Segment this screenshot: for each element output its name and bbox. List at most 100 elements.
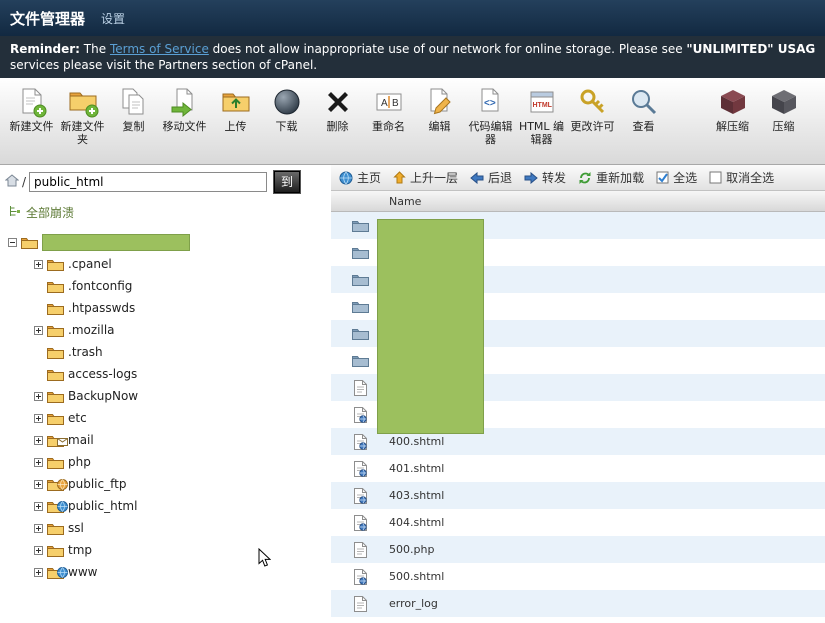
folder-icon: [47, 390, 64, 403]
path-input[interactable]: [29, 172, 268, 192]
tree-item-etc[interactable]: etc: [8, 407, 331, 429]
file-name: 401.shtml: [389, 462, 445, 475]
compress-button[interactable]: 压缩: [758, 84, 809, 133]
file-row[interactable]: error_log: [331, 590, 825, 617]
back-button[interactable]: 后退: [470, 169, 512, 186]
view-button[interactable]: 查看: [618, 84, 669, 133]
download-button[interactable]: 下载: [261, 84, 312, 133]
expand-icon[interactable]: [34, 457, 43, 467]
collapse-icon[interactable]: [8, 237, 17, 247]
collapse-tree-icon: [8, 205, 21, 221]
tree-item-label: .cpanel: [68, 257, 112, 271]
tree-item-tmp[interactable]: tmp: [8, 539, 331, 561]
toolbar: 新建文件 新建文件夹 复制 移动文件 上传 下载 删除 AB 重命名 编辑 <>…: [0, 78, 825, 165]
html-editor-button[interactable]: HTML HTML 编辑器: [516, 84, 567, 146]
key-icon: [567, 84, 618, 120]
tree-item-public-ftp[interactable]: public_ftp: [8, 473, 331, 495]
tree-item-htpasswds[interactable]: .htpasswds: [8, 297, 331, 319]
go-button[interactable]: 到: [273, 170, 302, 194]
expand-icon[interactable]: [34, 479, 43, 489]
toolbar-label: 更改许可: [570, 120, 615, 133]
file-row[interactable]: 404.shtml: [331, 509, 825, 536]
forward-button[interactable]: 转发: [524, 169, 566, 186]
code-editor-icon: <>: [465, 84, 516, 120]
file-row[interactable]: 500.shtml: [331, 563, 825, 590]
tree-item-mail[interactable]: mail: [8, 429, 331, 451]
compress-icon: [758, 84, 809, 120]
html-file-icon: [331, 487, 389, 504]
expand-icon[interactable]: [34, 567, 43, 577]
tree-item-php[interactable]: php: [8, 451, 331, 473]
tree-item-label: public_ftp: [68, 477, 127, 491]
tree-item-trash[interactable]: .trash: [8, 341, 331, 363]
change-permissions-button[interactable]: 更改许可: [567, 84, 618, 133]
list-nav-bar: 主页 上升一层 后退 转发 重新加载 全选 取消全选: [331, 165, 825, 191]
file-icon: [331, 541, 389, 558]
move-file-icon: [159, 84, 210, 120]
home-icon: [4, 174, 20, 190]
move-file-button[interactable]: 移动文件: [159, 84, 210, 133]
collapse-all-label: 全部崩溃: [26, 206, 75, 220]
settings-link[interactable]: 设置: [101, 10, 125, 27]
tree-item-backupnow[interactable]: BackupNow: [8, 385, 331, 407]
collapse-all-link[interactable]: 全部崩溃: [0, 196, 331, 227]
select-all-button[interactable]: 全选: [656, 169, 697, 186]
unselect-all-button[interactable]: 取消全选: [709, 169, 774, 186]
tree-item-cpanel[interactable]: .cpanel: [8, 253, 331, 275]
code-editor-button[interactable]: <> 代码编辑器: [465, 84, 516, 146]
new-file-button[interactable]: 新建文件: [6, 84, 57, 133]
expand-icon[interactable]: [34, 501, 43, 511]
folder-icon: [47, 566, 68, 579]
download-icon: [261, 84, 312, 120]
reminder-bold: Reminder:: [10, 42, 80, 56]
tree-item-www[interactable]: www: [8, 561, 331, 583]
extract-icon: [707, 84, 758, 120]
extract-button[interactable]: 解压缩: [707, 84, 758, 133]
sidebar: / 到 全部崩溃 .cpanel .fontconfig: [0, 165, 331, 623]
tree-item-label: BackupNow: [68, 389, 139, 403]
name-column-header[interactable]: Name: [331, 191, 825, 212]
up-one-level-button[interactable]: 上升一层: [393, 169, 458, 186]
toolbar-label: 新建文件夹: [60, 120, 105, 146]
folder-icon: [47, 302, 64, 315]
delete-button[interactable]: 删除: [312, 84, 363, 133]
edit-button[interactable]: 编辑: [414, 84, 465, 133]
file-row[interactable]: 500.php: [331, 536, 825, 563]
tree-item-label: .mozilla: [68, 323, 115, 337]
expand-icon[interactable]: [34, 325, 43, 335]
file-row[interactable]: 401.shtml: [331, 455, 825, 482]
tree-item-public-html[interactable]: public_html: [8, 495, 331, 517]
tree-item-mozilla[interactable]: .mozilla: [8, 319, 331, 341]
globe-icon: [57, 566, 68, 581]
folder-icon: [47, 258, 64, 271]
reminder-line1: Reminder: The Terms of Service does not …: [10, 41, 815, 57]
delete-icon: [312, 84, 363, 120]
folder-icon: [47, 500, 68, 513]
file-row[interactable]: 403.shtml: [331, 482, 825, 509]
expand-icon[interactable]: [34, 523, 43, 533]
rename-button[interactable]: AB 重命名: [363, 84, 414, 133]
expand-icon[interactable]: [34, 391, 43, 401]
tree-item-ssl[interactable]: ssl: [8, 517, 331, 539]
tree-item-root[interactable]: [8, 231, 331, 253]
redaction-box: [42, 233, 190, 251]
svg-text:B: B: [392, 98, 399, 109]
terms-of-service-link[interactable]: Terms of Service: [110, 42, 209, 56]
home-nav-button[interactable]: 主页: [339, 169, 381, 186]
tree-item-fontconfig[interactable]: .fontconfig: [8, 275, 331, 297]
expand-icon[interactable]: [34, 413, 43, 423]
expand-icon[interactable]: [34, 435, 43, 445]
expand-icon[interactable]: [34, 545, 43, 555]
tree-item-access-logs[interactable]: access-logs: [8, 363, 331, 385]
toolbar-label: 上传: [224, 120, 247, 133]
tree-item-label: www: [68, 565, 98, 579]
upload-button[interactable]: 上传: [210, 84, 261, 133]
reload-button[interactable]: 重新加载: [578, 169, 644, 186]
copy-button[interactable]: 复制: [108, 84, 159, 133]
reminder-text: The: [79, 42, 110, 56]
new-folder-button[interactable]: 新建文件夹: [57, 84, 108, 146]
file-list-panel: 主页 上升一层 后退 转发 重新加载 全选 取消全选 Name 400.shtm…: [331, 165, 825, 623]
mail-icon: [57, 435, 68, 449]
expand-icon[interactable]: [34, 259, 43, 269]
toolbar-label: 编辑: [428, 120, 451, 133]
